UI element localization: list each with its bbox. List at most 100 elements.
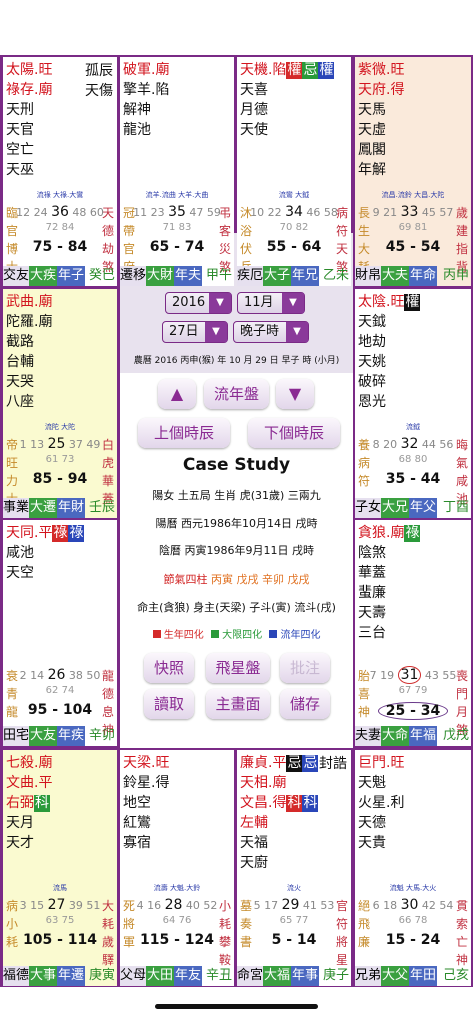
minor-star: 空亡: [6, 142, 34, 158]
star-line: 天貴: [358, 833, 404, 853]
next-year-button[interactable]: ▼: [276, 379, 314, 409]
minor-star: 地空: [123, 795, 151, 811]
star-list: 天梁.旺 鈴星.得 地空 紅鸞 寡宿: [123, 753, 169, 853]
flow-year-button[interactable]: 流年盤: [204, 379, 269, 409]
age: 53: [320, 899, 335, 912]
palace-wu[interactable]: 破軍.廟擎羊.陷解神龍池 流羊.流曲 大羊.大曲 冠帶官府 弔客災煞 11 23…: [120, 57, 234, 286]
star-list: 天同.平祿祿咸池 天空: [6, 523, 85, 583]
flying-star-button[interactable]: 飛星盤: [206, 653, 270, 683]
decade-range: 95 - 104: [27, 702, 93, 718]
year-palace: 年福: [409, 726, 438, 746]
decade-palace: 大兄: [381, 498, 410, 518]
star-list: 廉貞.平忌忌天相.廟 文昌.得科科左輔 天福 天廚: [240, 753, 319, 873]
major-star: 巨門.旺: [358, 755, 405, 771]
load-button[interactable]: 讀取: [144, 689, 194, 719]
major-star: 文昌.得: [240, 795, 287, 811]
age: 56: [439, 438, 454, 451]
save-button[interactable]: 儲存: [280, 689, 330, 719]
major-star: 文曲.平: [6, 775, 53, 791]
minor-star: 地劫: [358, 334, 386, 350]
red-square-icon: [152, 630, 161, 638]
current-age: 33: [400, 204, 419, 220]
age-row: 6 18 30 42 54: [355, 897, 471, 913]
star-line: 截路: [6, 332, 52, 352]
age: 43: [424, 669, 439, 682]
star-list: 巨門.旺 天魁 火星.利 天德 天貴: [358, 753, 404, 853]
palace-name: 事業: [3, 498, 30, 518]
major-star: 天機.陷: [240, 62, 287, 78]
current-age: 32: [400, 436, 419, 452]
main-screen-button[interactable]: 主畫面: [206, 689, 270, 719]
age: 42: [421, 899, 436, 912]
age: 52: [203, 899, 218, 912]
hua-badge: 科: [34, 795, 50, 812]
palace-zi[interactable]: 廉貞.平忌忌天相.廟 文昌.得科科左輔 天福 天廚 封誥 流火 墓奏書 官符將星 5 …: [237, 750, 351, 986]
star-line: 天福: [240, 833, 318, 853]
decade-range: 85 - 94: [32, 471, 88, 487]
next-hour-button[interactable]: 下個時辰: [248, 418, 340, 448]
palace-yin[interactable]: 七殺.廟 文曲.平 右弼科 天月 天才 流馬 病小耗 大耗歲驛 3 15 27 39 5…: [3, 750, 117, 986]
age: 17: [264, 899, 279, 912]
decade-range: 115 - 124: [139, 932, 214, 948]
palace-shen[interactable]: 紫微.旺天府.得天馬天虛鳳閣年解 流昌.流鈴 大昌.大陀 長生大耗 歲建指背 9…: [355, 57, 471, 286]
flow-stars: 流昌.流鈴 大昌.大陀: [381, 191, 445, 199]
minor-star: 鈴星.得: [123, 775, 170, 791]
star-line: 三台: [358, 623, 420, 643]
flow-stars: 流鉞: [406, 423, 420, 431]
age-row-2: 68 80: [398, 454, 428, 465]
hua-badge: 祿: [52, 525, 69, 542]
star-line: 貪狼.廟祿: [358, 523, 421, 543]
major-star: 右弼: [6, 795, 34, 811]
center-panel: 2016 ▼ 11月 ▼ 27日 ▼ 晚子時 ▼ 農曆 2016 丙申(猴) 年 10 …: [120, 233, 353, 748]
flow-stars: 流壽 大魁.大鈴: [153, 884, 201, 892]
minor-star: 天廚: [240, 855, 268, 871]
hua-legend: 生年四化 大限四化 流年四化: [120, 626, 353, 641]
day-select[interactable]: 27日 ▼: [162, 321, 228, 343]
palace-chou[interactable]: 天梁.旺 鈴星.得 地空 紅鸞 寡宿 流壽 大魁.大鈴 死將軍 小耗攀鞍 4 16 28…: [120, 750, 234, 986]
current-age: 34: [285, 204, 303, 220]
palace-xu[interactable]: 貪狼.廟祿 陰煞 華蓋 蜚廉 天壽 三台 胎喜神 喪門月煞 7 19 31 43 55 6…: [355, 520, 471, 746]
minor-star: 八座: [6, 394, 34, 410]
major-star: 太陽.旺: [6, 62, 53, 78]
star-list: 七殺.廟 文曲.平 右弼科 天月 天才: [6, 753, 52, 853]
star-line: 左輔: [240, 813, 318, 833]
hour-value: 晚子時: [240, 324, 280, 339]
blue-square-icon: [269, 630, 278, 638]
decade-palace: 大財: [146, 266, 175, 286]
age: 23: [150, 206, 165, 219]
palace-wei[interactable]: 天機.陷權忌權天喜月德天使 流鸞 大鉞 沐浴伏兵 病符天煞 10 22 34 4…: [237, 57, 351, 286]
decade-palace: 大父: [381, 966, 410, 986]
minor-star: 天德: [358, 815, 386, 831]
annotate-button[interactable]: 批注: [280, 653, 330, 683]
current-age: 28: [164, 897, 183, 913]
star-line: 蜚廉: [358, 583, 420, 603]
chevron-down-icon: ▼: [286, 322, 308, 342]
age-row: 2 14 26 38 50: [3, 667, 117, 683]
age: 20: [383, 438, 398, 451]
palace-hai[interactable]: 巨門.旺 天魁 火星.利 天德 天貴 流魁 大馬.大火 絕飛廉 貫索亡神 6 18 30…: [355, 750, 471, 986]
stem-branch: 庚寅: [88, 968, 115, 983]
age: 54: [439, 899, 454, 912]
star-line: 天同.平祿祿: [6, 523, 85, 543]
month-select[interactable]: 11月 ▼: [237, 292, 305, 314]
star-list: 太陰.旺權 天鉞 地劫 天姚 破碎 恩光: [358, 292, 421, 412]
palace-chen[interactable]: 武曲.廟陀羅.廟截路台輔天哭八座 流陀 大陀 帝旺力士 白虎華蓋 1 13 25…: [3, 289, 117, 518]
age-row: 5 17 29 41 53: [237, 897, 351, 913]
palace-you[interactable]: 太陰.旺權 天鉞 地劫 天姚 破碎 恩光 流鉞 養病符 晦氣咸池 8 20 32 44 5…: [355, 289, 471, 518]
star-line: 天喜: [240, 80, 334, 100]
chevron-down-icon: ▼: [282, 293, 304, 313]
snapshot-button[interactable]: 快照: [144, 653, 194, 683]
star-line: 解神: [123, 100, 169, 120]
star-line: 天魁: [358, 773, 404, 793]
palace-mao[interactable]: 天同.平祿祿咸池 天空 衰青龍 龍德息神 2 14 26 38 50 62 74 …: [3, 520, 117, 746]
decade-range: 45 - 54: [385, 239, 441, 255]
hua-badge: 祿: [404, 525, 421, 542]
prev-year-button[interactable]: ▲: [158, 379, 196, 409]
star-line: 廉貞.平忌忌: [240, 753, 319, 773]
prev-hour-button[interactable]: 上個時辰: [138, 418, 230, 448]
minor-star: 恩光: [358, 394, 386, 410]
age: 16: [147, 899, 162, 912]
palace-si[interactable]: 太陽.旺祿存.廟天刑天官空亡天巫 孤辰天傷 流祿 大祿.大鸞 臨官博士 天德劫煞…: [3, 57, 117, 286]
hour-select[interactable]: 晚子時 ▼: [233, 321, 309, 343]
year-select[interactable]: 2016 ▼: [165, 292, 232, 314]
